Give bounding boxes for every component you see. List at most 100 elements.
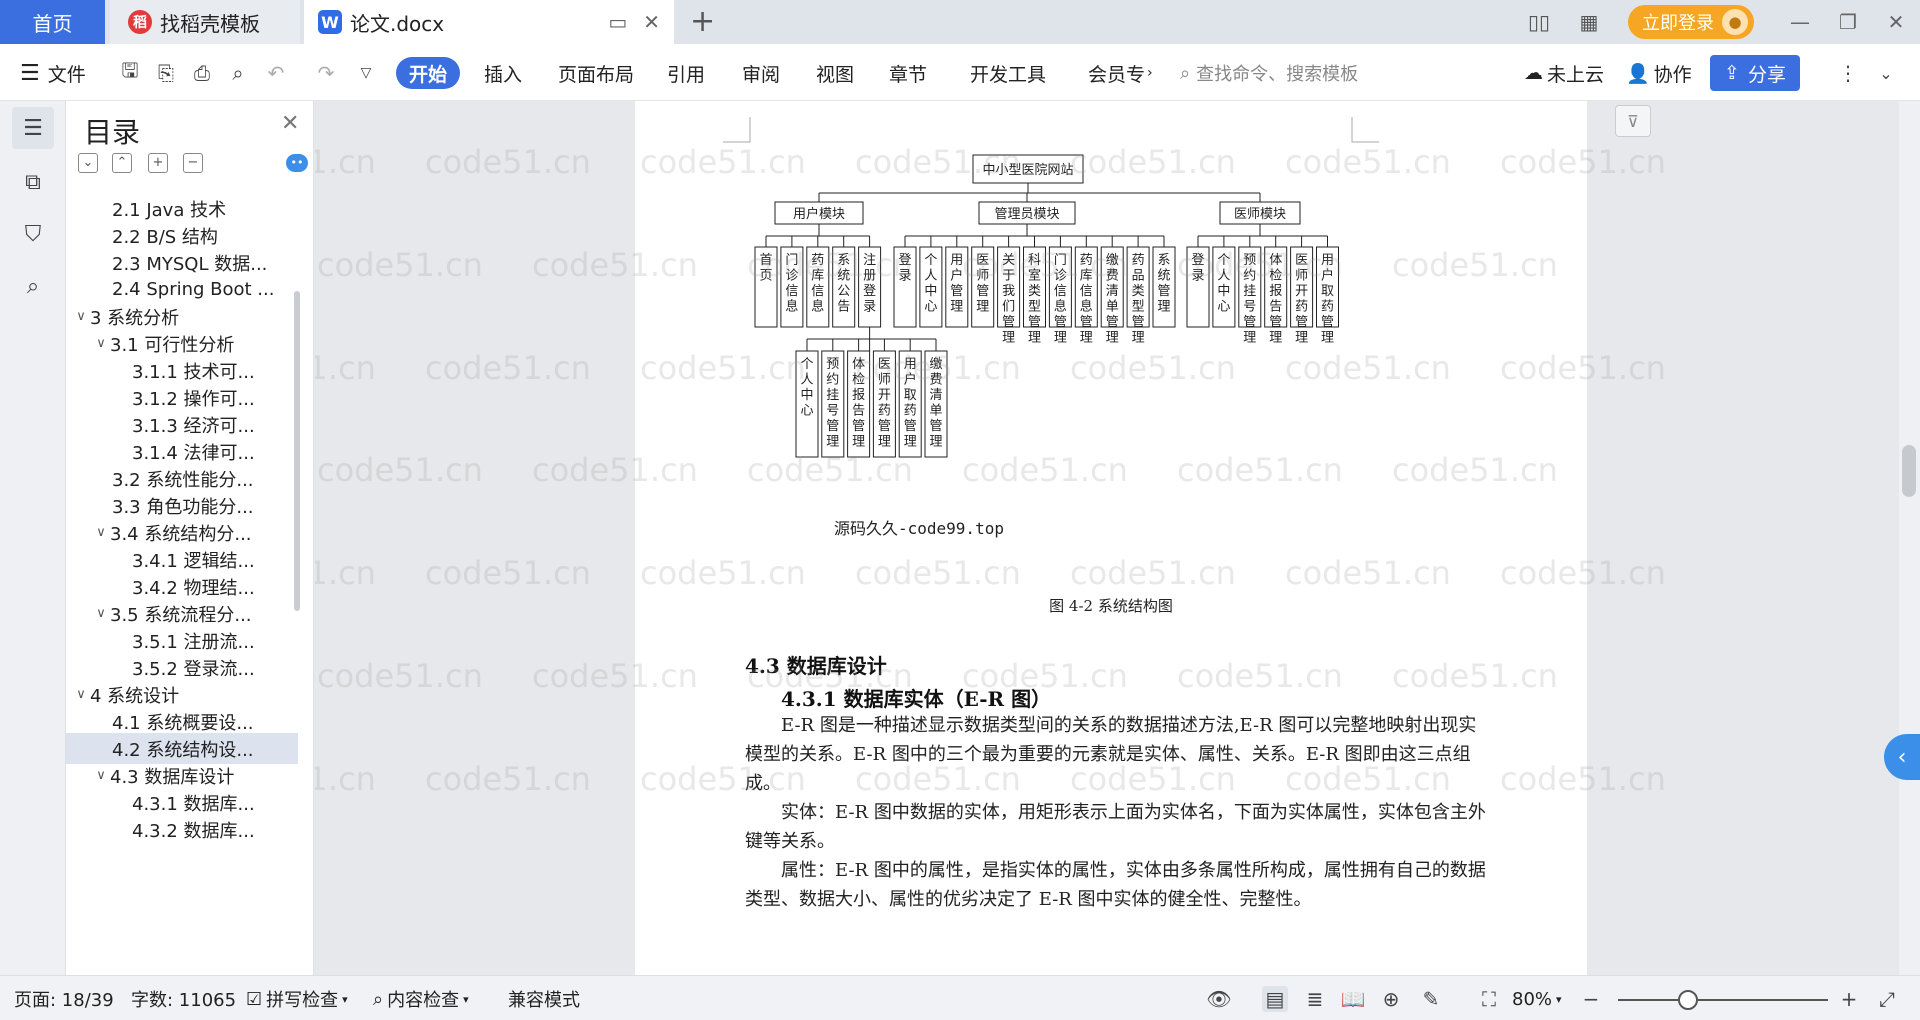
eye-protection-icon[interactable]: 👁 xyxy=(1206,986,1232,1012)
search-icon: ⌕ xyxy=(1180,62,1191,84)
document-canvas: 中小型医院网站 用户模块 管理员模块 医师模块 首页 门诊信息 药库信息 系统公告 注册登录 登录… xyxy=(315,101,1900,975)
ribbon-tab-developer[interactable]: 开发工具 xyxy=(970,58,1046,88)
watermark-text: code51.cn xyxy=(317,246,483,284)
page-count[interactable]: 页面: 18/39 xyxy=(14,988,114,1011)
zoom-in-icon[interactable]: + xyxy=(1836,986,1862,1012)
toc-item-label: 3.1.2 操作可... xyxy=(132,388,255,410)
toc-item-label: 3.1.4 法律可... xyxy=(132,442,255,464)
toc-expand-toggle-icon[interactable]: ∨ xyxy=(92,768,110,783)
toc-expand-toggle-icon[interactable]: ∨ xyxy=(92,606,110,621)
apps-grid-icon[interactable]: ▦ xyxy=(1574,9,1604,35)
fit-page-icon[interactable]: ⛶ xyxy=(1476,986,1502,1012)
toc-expand-toggle-icon[interactable]: ∨ xyxy=(92,525,110,540)
bookmark-icon[interactable]: ⛉ xyxy=(12,213,54,255)
reading-layout-icon[interactable]: ▯▯ xyxy=(1524,9,1554,35)
ribbon-tab-start-label: 开始 xyxy=(408,63,447,86)
restore-icon[interactable]: ❐ xyxy=(1824,0,1872,44)
ribbon-tab-chapter[interactable]: 章节 xyxy=(889,58,927,88)
export-pdf-icon[interactable]: ⎘ xyxy=(152,59,180,87)
toc-add-icon[interactable]: + xyxy=(148,153,168,173)
spell-check-dropdown-icon: ▾ xyxy=(342,992,348,1006)
page-view-icon[interactable]: ▤ xyxy=(1262,986,1288,1012)
spell-check-label: 拼写检查 xyxy=(266,990,339,1011)
toc-expand-icon[interactable]: ⌃ xyxy=(112,153,132,173)
toc-item[interactable]: 4.3.2 数据库... xyxy=(66,814,298,845)
cloud-icon: ☁ xyxy=(1524,62,1543,84)
toc-ai-icon[interactable]: •• xyxy=(286,154,308,172)
tab-home[interactable]: 首页 xyxy=(0,0,105,44)
float-window-icon[interactable]: ▭ xyxy=(608,10,627,34)
content-check[interactable]: ⌕ 内容检查 ▾ xyxy=(373,988,469,1012)
toc-expand-toggle-icon[interactable]: ∨ xyxy=(72,687,90,702)
toc-collapse-icon[interactable]: ⌄ xyxy=(78,153,98,173)
command-search[interactable]: ⌕ 查找命令、搜索模板 xyxy=(1180,58,1358,88)
close-window-icon[interactable]: ✕ xyxy=(1872,0,1920,44)
ribbon-tab-member[interactable]: 会员专 › xyxy=(1088,58,1153,88)
toc-scrollbar[interactable] xyxy=(294,291,300,611)
collaborate-button[interactable]: 👤 协作 xyxy=(1626,58,1692,88)
outline-view-icon[interactable]: ≣ xyxy=(1302,986,1328,1012)
reading-view-icon[interactable]: 📖 xyxy=(1340,986,1366,1012)
zoom-slider-track[interactable] xyxy=(1618,999,1828,1001)
more-tabs-chevron-icon[interactable]: › xyxy=(1147,65,1153,81)
web-view-icon[interactable]: ⊕ xyxy=(1378,986,1404,1012)
collaborate-icon: 👤 xyxy=(1626,62,1650,85)
login-button[interactable]: 立即登录 ● xyxy=(1628,5,1754,39)
toc-item-label: 4.2 系统结构设... xyxy=(112,739,254,761)
toc-remove-icon[interactable]: − xyxy=(183,153,203,173)
more-options-icon[interactable]: ⋮ xyxy=(1834,59,1862,87)
chapter-nav-icon[interactable]: ⧉ xyxy=(12,161,54,203)
avatar-icon: ● xyxy=(1722,9,1748,35)
ribbon-tab-review[interactable]: 审阅 xyxy=(742,58,780,88)
close-tab-icon[interactable]: ✕ xyxy=(643,10,660,34)
spell-check[interactable]: ☑ 拼写检查 ▾ xyxy=(246,988,348,1012)
cloud-status[interactable]: ☁ 未上云 xyxy=(1524,58,1604,88)
tab-daoke-templates[interactable]: 稻 找稻壳模板 xyxy=(110,0,300,44)
ribbon-tab-start[interactable]: 开始 xyxy=(396,57,460,89)
write-view-icon[interactable]: ✎ xyxy=(1418,986,1444,1012)
diagram-node-label: 用户取药管理 xyxy=(904,357,917,450)
ribbon-tab-insert[interactable]: 插入 xyxy=(484,58,522,88)
zoom-out-icon[interactable]: − xyxy=(1578,986,1604,1012)
toc-expand-toggle-icon[interactable]: ∨ xyxy=(92,336,110,351)
diagram-node-label: 关于我们管理 xyxy=(1002,253,1015,346)
command-search-placeholder: 查找命令、搜索模板 xyxy=(1196,64,1359,85)
quick-access-dropdown-icon[interactable]: ▽ xyxy=(352,59,380,87)
heading-er-entity: 4.3.1 数据库实体（E-R 图） xyxy=(781,687,1052,711)
save-icon[interactable]: 🖫 xyxy=(116,58,144,87)
tab-document[interactable]: W 论文.docx ▭ ✕ xyxy=(304,0,674,44)
ribbon-tab-references[interactable]: 引用 xyxy=(667,58,705,88)
new-tab-button[interactable]: + xyxy=(690,4,715,39)
ribbon-tab-view[interactable]: 视图 xyxy=(816,58,854,88)
find-icon[interactable]: ⌕ xyxy=(12,265,54,307)
file-menu[interactable]: ☰ 文件 xyxy=(20,58,86,88)
redo-icon[interactable]: ↷ xyxy=(312,59,340,87)
toc-item-label: 3.5.2 登录流... xyxy=(132,658,255,680)
side-panel-toggle-icon[interactable]: ⊽ xyxy=(1615,105,1651,137)
collapse-ribbon-icon[interactable]: ⌄ xyxy=(1872,59,1900,87)
print-preview-icon[interactable]: ⌕ xyxy=(224,59,252,87)
undo-icon[interactable]: ↶ xyxy=(262,59,290,87)
toc-expand-toggle-icon[interactable]: ∨ xyxy=(72,309,90,324)
toc-close-icon[interactable]: ✕ xyxy=(281,111,299,136)
minimize-icon[interactable]: — xyxy=(1776,0,1824,44)
diagram-node-label: 缴费清单管理 xyxy=(1106,253,1119,346)
menu-icon: ☰ xyxy=(20,60,40,86)
titlebar-right: ▯▯ ▦ 立即登录 ● — ❐ ✕ xyxy=(1514,0,1920,44)
word-count[interactable]: 字数: 11065 xyxy=(131,988,236,1011)
watermark-text: code51.cn xyxy=(315,349,376,387)
vertical-scroll-thumb[interactable] xyxy=(1902,445,1916,497)
watermark-text: code51.cn xyxy=(425,143,591,181)
zoom-slider-knob[interactable] xyxy=(1678,990,1698,1010)
print-icon[interactable]: ⎙ xyxy=(188,59,216,87)
zoom-level[interactable]: 80% ▾ xyxy=(1512,988,1562,1010)
fullscreen-icon[interactable]: ⤢ xyxy=(1874,986,1900,1012)
toc-item-label: 2.4 Spring Boot ... xyxy=(112,279,275,300)
ribbon-tab-review-label: 审阅 xyxy=(742,63,781,86)
toc-item-label: 3.5 系统流程分... xyxy=(110,604,252,626)
share-button[interactable]: ⇪ 分享 xyxy=(1710,55,1800,91)
ribbon-tab-page-layout[interactable]: 页面布局 xyxy=(558,58,634,88)
toc-item-label: 3.5.1 注册流... xyxy=(132,631,255,653)
vertical-scrollbar[interactable] xyxy=(1899,101,1920,975)
toc-panel-icon[interactable]: ☰ xyxy=(12,107,54,149)
